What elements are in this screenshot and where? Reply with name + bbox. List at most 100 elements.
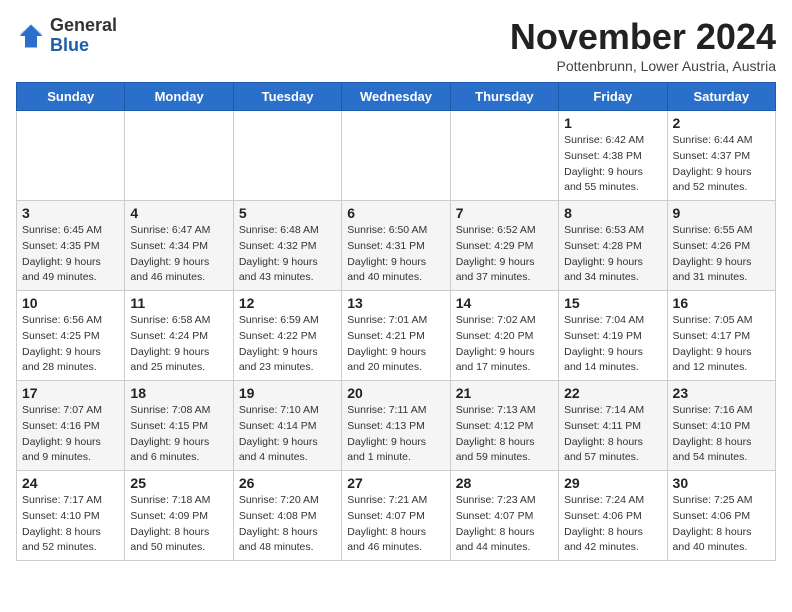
calendar-cell: 12 Sunrise: 6:59 AM Sunset: 4:22 PM Dayli… [233,291,341,381]
calendar-cell [342,111,450,201]
day-number: 15 [564,295,661,311]
day-info: Sunrise: 7:24 AM Sunset: 4:06 PM Dayligh… [564,493,661,556]
day-info: Sunrise: 6:58 AM Sunset: 4:24 PM Dayligh… [130,313,227,376]
day-number: 30 [673,475,770,491]
day-number: 17 [22,385,119,401]
day-info: Sunrise: 7:01 AM Sunset: 4:21 PM Dayligh… [347,313,444,376]
month-title: November 2024 [510,16,776,58]
calendar-cell: 2Sunrise: 6:44 AM Sunset: 4:37 PM Daylig… [667,111,775,201]
calendar-cell: 5Sunrise: 6:48 AM Sunset: 4:32 PM Daylig… [233,201,341,291]
calendar-cell: 17 Sunrise: 7:07 AM Sunset: 4:16 PM Dayli… [17,381,125,471]
calendar-cell: 14Sunrise: 7:02 AM Sunset: 4:20 PM Dayli… [450,291,558,381]
day-number: 3 [22,205,119,221]
calendar-cell [233,111,341,201]
weekday-header: Friday [559,83,667,111]
day-info: Sunrise: 7:14 AM Sunset: 4:11 PM Dayligh… [564,403,661,466]
day-info: Sunrise: 7:23 AM Sunset: 4:07 PM Dayligh… [456,493,553,556]
calendar-cell: 19 Sunrise: 7:10 AM Sunset: 4:14 PM Dayli… [233,381,341,471]
day-info: Sunrise: 6:42 AM Sunset: 4:38 PM Dayligh… [564,133,661,196]
calendar-cell: 20 Sunrise: 7:11 AM Sunset: 4:13 PM Dayli… [342,381,450,471]
day-info: Sunrise: 7:02 AM Sunset: 4:20 PM Dayligh… [456,313,553,376]
day-info: Sunrise: 6:56 AM Sunset: 4:25 PM Dayligh… [22,313,119,376]
calendar-cell: 11 Sunrise: 6:58 AM Sunset: 4:24 PM Dayli… [125,291,233,381]
day-info: Sunrise: 7:10 AM Sunset: 4:14 PM Dayligh… [239,403,336,466]
day-info: Sunrise: 7:11 AM Sunset: 4:13 PM Dayligh… [347,403,444,466]
day-info: Sunrise: 7:05 AM Sunset: 4:17 PM Dayligh… [673,313,770,376]
day-info: Sunrise: 6:47 AM Sunset: 4:34 PM Dayligh… [130,223,227,286]
calendar-week-row: 17 Sunrise: 7:07 AM Sunset: 4:16 PM Dayli… [17,381,776,471]
calendar-cell: 25 Sunrise: 7:18 AM Sunset: 4:09 PM Dayli… [125,471,233,561]
calendar-cell: 23 Sunrise: 7:16 AM Sunset: 4:10 PM Dayli… [667,381,775,471]
day-info: Sunrise: 7:18 AM Sunset: 4:09 PM Dayligh… [130,493,227,556]
day-number: 24 [22,475,119,491]
day-number: 25 [130,475,227,491]
calendar-cell: 16 Sunrise: 7:05 AM Sunset: 4:17 PM Dayli… [667,291,775,381]
day-number: 19 [239,385,336,401]
calendar-cell: 22 Sunrise: 7:14 AM Sunset: 4:11 PM Dayli… [559,381,667,471]
calendar-cell: 8Sunrise: 6:53 AM Sunset: 4:28 PM Daylig… [559,201,667,291]
day-info: Sunrise: 7:16 AM Sunset: 4:10 PM Dayligh… [673,403,770,466]
calendar-cell: 21Sunrise: 7:13 AM Sunset: 4:12 PM Dayli… [450,381,558,471]
calendar-cell: 13 Sunrise: 7:01 AM Sunset: 4:21 PM Dayli… [342,291,450,381]
calendar-cell: 10 Sunrise: 6:56 AM Sunset: 4:25 PM Dayli… [17,291,125,381]
calendar-week-row: 3 Sunrise: 6:45 AM Sunset: 4:35 PM Daylig… [17,201,776,291]
day-info: Sunrise: 6:52 AM Sunset: 4:29 PM Dayligh… [456,223,553,286]
day-info: Sunrise: 6:55 AM Sunset: 4:26 PM Dayligh… [673,223,770,286]
day-number: 10 [22,295,119,311]
day-number: 22 [564,385,661,401]
location: Pottenbrunn, Lower Austria, Austria [510,58,776,74]
day-info: Sunrise: 7:21 AM Sunset: 4:07 PM Dayligh… [347,493,444,556]
day-number: 16 [673,295,770,311]
day-info: Sunrise: 6:48 AM Sunset: 4:32 PM Dayligh… [239,223,336,286]
day-number: 27 [347,475,444,491]
calendar-cell: 15 Sunrise: 7:04 AM Sunset: 4:19 PM Dayli… [559,291,667,381]
weekday-header: Thursday [450,83,558,111]
day-number: 26 [239,475,336,491]
day-info: Sunrise: 6:50 AM Sunset: 4:31 PM Dayligh… [347,223,444,286]
day-number: 13 [347,295,444,311]
day-number: 28 [456,475,553,491]
day-number: 2 [673,115,770,131]
page-header: General Blue November 2024 Pottenbrunn, … [16,16,776,74]
calendar-cell: 3 Sunrise: 6:45 AM Sunset: 4:35 PM Daylig… [17,201,125,291]
calendar-cell: 18 Sunrise: 7:08 AM Sunset: 4:15 PM Dayli… [125,381,233,471]
day-number: 18 [130,385,227,401]
day-number: 29 [564,475,661,491]
day-number: 7 [456,205,553,221]
day-number: 12 [239,295,336,311]
day-info: Sunrise: 7:07 AM Sunset: 4:16 PM Dayligh… [22,403,119,466]
calendar-cell: 26 Sunrise: 7:20 AM Sunset: 4:08 PM Dayli… [233,471,341,561]
calendar-week-row: 24Sunrise: 7:17 AM Sunset: 4:10 PM Dayli… [17,471,776,561]
calendar-cell: 29 Sunrise: 7:24 AM Sunset: 4:06 PM Dayli… [559,471,667,561]
day-number: 1 [564,115,661,131]
day-info: Sunrise: 7:13 AM Sunset: 4:12 PM Dayligh… [456,403,553,466]
day-number: 9 [673,205,770,221]
calendar-cell: 7 Sunrise: 6:52 AM Sunset: 4:29 PM Daylig… [450,201,558,291]
weekday-header: Tuesday [233,83,341,111]
logo-icon [16,21,46,51]
weekday-header: Wednesday [342,83,450,111]
weekday-header: Sunday [17,83,125,111]
calendar-table: SundayMondayTuesdayWednesdayThursdayFrid… [16,82,776,561]
day-number: 20 [347,385,444,401]
calendar-cell: 6 Sunrise: 6:50 AM Sunset: 4:31 PM Daylig… [342,201,450,291]
logo: General Blue [16,16,117,56]
day-info: Sunrise: 7:20 AM Sunset: 4:08 PM Dayligh… [239,493,336,556]
day-info: Sunrise: 6:45 AM Sunset: 4:35 PM Dayligh… [22,223,119,286]
day-number: 6 [347,205,444,221]
day-info: Sunrise: 6:59 AM Sunset: 4:22 PM Dayligh… [239,313,336,376]
calendar-cell: 27 Sunrise: 7:21 AM Sunset: 4:07 PM Dayli… [342,471,450,561]
day-info: Sunrise: 7:08 AM Sunset: 4:15 PM Dayligh… [130,403,227,466]
calendar-cell: 30 Sunrise: 7:25 AM Sunset: 4:06 PM Dayli… [667,471,775,561]
weekday-header: Monday [125,83,233,111]
calendar-cell: 24Sunrise: 7:17 AM Sunset: 4:10 PM Dayli… [17,471,125,561]
calendar-cell: 4Sunrise: 6:47 AM Sunset: 4:34 PM Daylig… [125,201,233,291]
title-block: November 2024 Pottenbrunn, Lower Austria… [510,16,776,74]
day-number: 11 [130,295,227,311]
calendar-cell [450,111,558,201]
day-info: Sunrise: 7:04 AM Sunset: 4:19 PM Dayligh… [564,313,661,376]
day-info: Sunrise: 6:53 AM Sunset: 4:28 PM Dayligh… [564,223,661,286]
day-number: 23 [673,385,770,401]
day-info: Sunrise: 7:25 AM Sunset: 4:06 PM Dayligh… [673,493,770,556]
calendar-cell: 9 Sunrise: 6:55 AM Sunset: 4:26 PM Daylig… [667,201,775,291]
